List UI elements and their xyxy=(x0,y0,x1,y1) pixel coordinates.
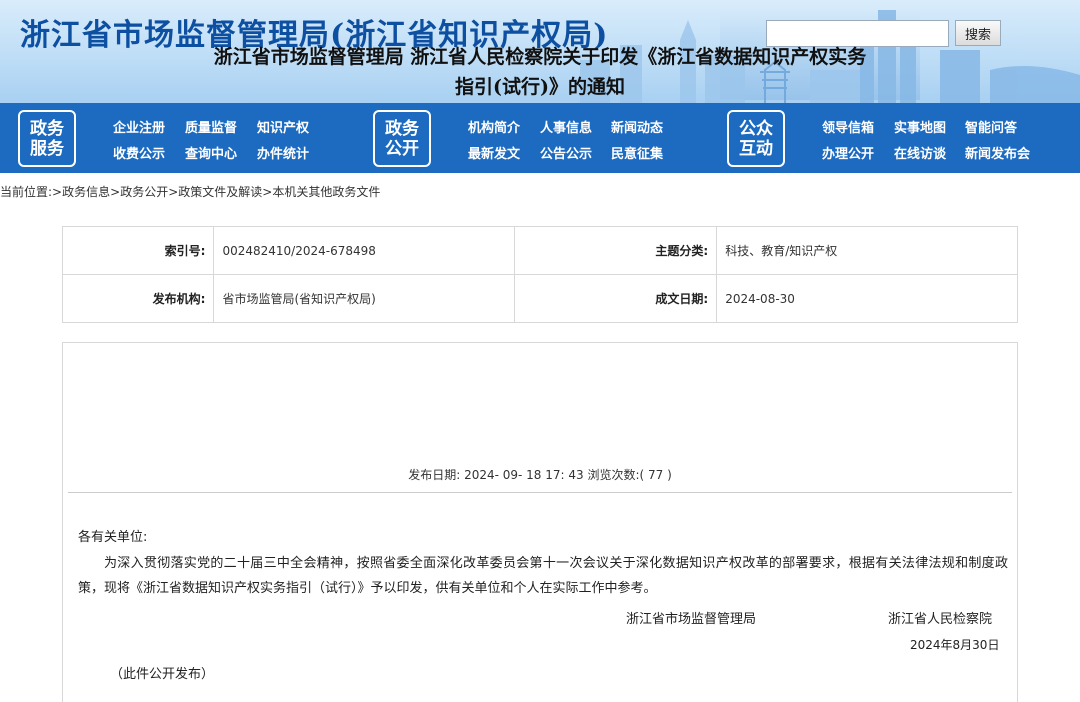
signer-procuratorate: 浙江省人民检察院 xyxy=(888,612,993,627)
nav-link-quality-supervision[interactable]: 质量监督 xyxy=(185,117,237,136)
nav-link-personnel-info[interactable]: 人事信息 xyxy=(540,117,592,136)
article-container xyxy=(62,342,1018,702)
nav-link-leader-mailbox[interactable]: 领导信箱 xyxy=(822,117,874,136)
nav-link-fee-disclosure[interactable]: 收费公示 xyxy=(113,143,165,162)
article-body: 为深入贯彻落实党的二十届三中全会精神，按照省委全面深化改革委员会第十一次会议关于… xyxy=(78,556,1008,596)
index-number-value: 002482410/2024-678498 xyxy=(213,226,516,275)
breadcrumb-prefix: 当前位置: xyxy=(0,185,53,199)
nav-badge-gov-open[interactable]: 政务 公开 xyxy=(373,110,431,167)
publisher-label: 发布机构: xyxy=(61,274,215,323)
nav-badge-label: 公开 xyxy=(385,138,419,159)
index-number-label: 索引号: xyxy=(61,226,215,275)
nav-badge-public-interaction[interactable]: 公众 互动 xyxy=(727,110,785,167)
nav-link-smart-qa[interactable]: 智能问答 xyxy=(965,117,1017,136)
nav-badge-label: 政务 xyxy=(385,118,419,139)
nav-badge-label: 公众 xyxy=(739,118,773,139)
nav-link-org-intro[interactable]: 机构简介 xyxy=(468,117,520,136)
publish-info: 发布日期: 2024- 09- 18 17: 43 浏览次数:( 77 ) xyxy=(408,468,672,482)
article-title: 浙江省市场监督管理局 浙江省人民检察院关于印发《浙江省数据知识产权实务 指引(试… xyxy=(0,42,1080,102)
nav-badge-label: 政务 xyxy=(30,118,64,139)
nav-badge-label: 服务 xyxy=(30,138,64,159)
breadcrumb-item-other-docs[interactable]: 本机关其他政务文件 xyxy=(272,185,380,199)
breadcrumb-item-gov-open[interactable]: 政务公开 xyxy=(120,185,168,199)
nav-link-announcements[interactable]: 公告公示 xyxy=(540,143,592,162)
nav-link-enterprise-registration[interactable]: 企业注册 xyxy=(113,117,165,136)
breadcrumb: 当前位置:>政务信息>政务公开>政策文件及解读>本机关其他政务文件 xyxy=(0,183,380,200)
breadcrumb-separator: > xyxy=(110,185,121,199)
nav-link-case-statistics[interactable]: 办件统计 xyxy=(257,143,309,162)
table-row: 发布机构: 省市场监管局(省知识产权局) 成文日期: 2024-08-30 xyxy=(61,274,1018,323)
nav-badge-label: 互动 xyxy=(739,138,773,159)
table-row: 索引号: 002482410/2024-678498 主题分类: 科技、教育/知… xyxy=(61,226,1018,275)
nav-link-handling-disclosure[interactable]: 办理公开 xyxy=(822,143,874,162)
topic-label: 主题分类: xyxy=(514,226,718,275)
divider xyxy=(68,492,1012,493)
nav-link-public-opinion[interactable]: 民意征集 xyxy=(611,143,663,162)
topic-value: 科技、教育/知识产权 xyxy=(716,226,1018,275)
document-date-value: 2024-08-30 xyxy=(716,274,1018,323)
article-title-line: 浙江省市场监督管理局 浙江省人民检察院关于印发《浙江省数据知识产权实务 xyxy=(213,46,867,68)
nav-link-news[interactable]: 新闻动态 xyxy=(611,117,663,136)
document-date-label: 成文日期: xyxy=(514,274,718,323)
salutation: 各有关单位: xyxy=(78,530,148,545)
nav-link-practical-map[interactable]: 实事地图 xyxy=(894,117,946,136)
document-metadata-table: 索引号: 002482410/2024-678498 主题分类: 科技、教育/知… xyxy=(61,226,1018,323)
publication-note: （此件公开发布） xyxy=(110,667,215,682)
nav-link-press-conference[interactable]: 新闻发布会 xyxy=(965,143,1030,162)
breadcrumb-separator: > xyxy=(262,185,273,199)
nav-badge-gov-service[interactable]: 政务 服务 xyxy=(18,110,76,167)
signature-date: 2024年8月30日 xyxy=(910,638,1000,652)
article-title-line: 指引(试行)》的通知 xyxy=(455,76,625,98)
nav-link-online-interview[interactable]: 在线访谈 xyxy=(894,143,946,162)
breadcrumb-item-policy-docs[interactable]: 政策文件及解读 xyxy=(178,185,262,199)
breadcrumb-item-gov-info[interactable]: 政务信息 xyxy=(62,185,110,199)
publisher-value: 省市场监管局(省知识产权局) xyxy=(213,274,516,323)
main-nav: 政务 服务 企业注册 质量监督 知识产权 收费公示 查询中心 办件统计 政务 公… xyxy=(0,103,1080,173)
nav-link-latest-documents[interactable]: 最新发文 xyxy=(468,143,520,162)
nav-link-query-center[interactable]: 查询中心 xyxy=(185,143,237,162)
signer-market-regulation: 浙江省市场监督管理局 xyxy=(626,612,757,627)
nav-link-intellectual-property[interactable]: 知识产权 xyxy=(257,117,309,136)
breadcrumb-separator: > xyxy=(168,185,179,199)
breadcrumb-separator: > xyxy=(52,185,63,199)
